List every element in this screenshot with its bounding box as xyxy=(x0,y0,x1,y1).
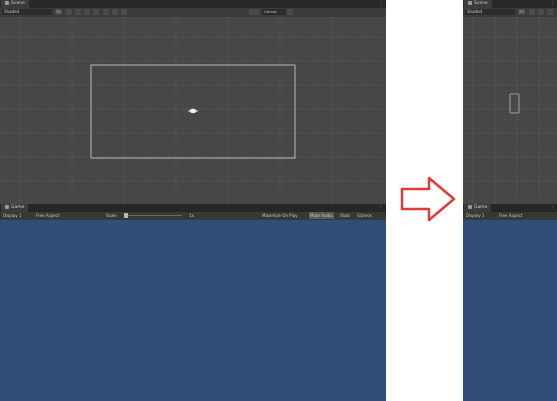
stats-toggle[interactable]: Stats xyxy=(340,212,350,219)
scene-camera-button[interactable] xyxy=(249,9,259,15)
scene-tab-bar: Scene ⋮ xyxy=(0,0,386,8)
right-scene-tab-bar: Scene ⋮ xyxy=(463,0,557,8)
game-tab-bar: Game ⋮ xyxy=(0,204,386,212)
gizmos-dropdown[interactable]: Gizmos xyxy=(262,9,286,15)
snap-toggle-icon[interactable] xyxy=(112,9,118,15)
right-tab-game[interactable]: Game xyxy=(464,204,492,212)
hidden-objects-icon[interactable] xyxy=(93,9,99,15)
directional-light-icon[interactable] xyxy=(188,108,198,114)
right-display-dropdown[interactable]: Display 1 xyxy=(466,212,485,219)
search-icon[interactable] xyxy=(287,9,293,15)
scene-view[interactable] xyxy=(0,17,386,204)
lighting-toggle-icon[interactable] xyxy=(66,9,72,15)
right-2d-toggle-button[interactable]: 2D xyxy=(518,9,525,15)
right-scene-toolbar: Shaded 2D xyxy=(463,8,557,17)
right-aspect-dropdown[interactable]: Free Aspect xyxy=(499,212,522,219)
scene-toolbar: Shaded 2D Gizmos xyxy=(0,8,386,17)
right-effects-toggle-icon[interactable] xyxy=(547,9,553,15)
aspect-dropdown[interactable]: Free Aspect xyxy=(36,212,59,219)
tab-scene[interactable]: Scene xyxy=(1,0,29,8)
tab-game-label: Game xyxy=(11,205,25,210)
scale-slider-handle[interactable] xyxy=(124,213,128,218)
audio-toggle-icon[interactable] xyxy=(75,9,81,15)
right-game-toolbar: Display 1 Free Aspect xyxy=(463,212,557,220)
mute-audio-toggle[interactable]: Mute Audio xyxy=(309,212,334,219)
game-view[interactable] xyxy=(0,220,386,401)
right-tab-scene[interactable]: Scene xyxy=(464,0,492,8)
maximize-on-play-toggle[interactable]: Maximize On Play xyxy=(262,212,298,219)
gizmos-game-toggle[interactable]: Gizmos xyxy=(357,212,372,219)
scene-grid-canvas xyxy=(0,17,386,204)
right-editor-window: Scene ⋮ Shaded 2D Game ⋮ Display 1 Free … xyxy=(463,0,557,401)
right-scene-grid-icon xyxy=(468,0,472,5)
2d-toggle-button[interactable]: 2D xyxy=(55,9,62,15)
tab-game[interactable]: Game xyxy=(1,204,29,212)
snap-settings-icon[interactable] xyxy=(121,9,127,15)
shading-mode-dropdown[interactable]: Shaded xyxy=(2,9,52,15)
tab-scene-label: Scene xyxy=(11,1,25,6)
right-scene-grid-canvas xyxy=(463,17,557,204)
right-shading-mode-dropdown[interactable]: Shaded xyxy=(465,9,515,15)
left-editor-window: Scene ⋮ Shaded 2D Gizmos Game ⋮ Display … xyxy=(0,0,386,401)
effects-toggle-icon[interactable] xyxy=(84,9,90,15)
shading-mode-label: Shaded xyxy=(4,9,20,14)
right-game-controller-icon xyxy=(468,204,472,209)
scale-value: 1x xyxy=(189,213,194,218)
scale-slider[interactable] xyxy=(124,213,182,218)
right-arrow-icon xyxy=(400,176,456,222)
portrait-camera-rect[interactable] xyxy=(509,93,520,114)
scene-kebab-menu-icon[interactable]: ⋮ xyxy=(378,0,384,8)
grid-toggle-icon[interactable] xyxy=(103,9,109,15)
right-lighting-toggle-icon[interactable] xyxy=(529,9,535,15)
game-kebab-menu-icon[interactable]: ⋮ xyxy=(378,204,384,212)
right-game-tab-bar: Game ⋮ xyxy=(463,204,557,212)
right-scene-view[interactable] xyxy=(463,17,557,204)
game-toolbar: Display 1 Free Aspect Scale 1x Maximize … xyxy=(0,212,386,220)
scene-grid-icon xyxy=(5,0,9,5)
scale-label: Scale xyxy=(106,213,117,218)
right-scene-kebab-icon[interactable]: ⋮ xyxy=(550,0,556,8)
game-controller-icon xyxy=(5,204,9,209)
right-game-view[interactable] xyxy=(463,220,557,401)
display-dropdown[interactable]: Display 1 xyxy=(3,212,22,219)
right-game-kebab-icon[interactable]: ⋮ xyxy=(550,204,556,212)
right-audio-toggle-icon[interactable] xyxy=(538,9,544,15)
